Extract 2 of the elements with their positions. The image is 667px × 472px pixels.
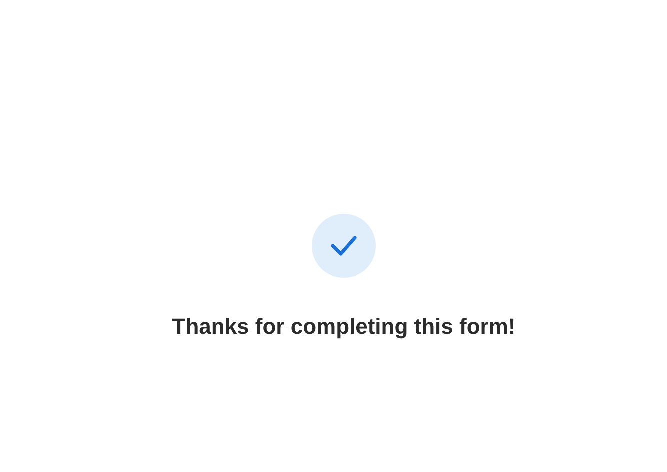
thank-you-message: Thanks for completing this form! xyxy=(172,313,516,341)
checkmark-icon xyxy=(330,235,358,257)
